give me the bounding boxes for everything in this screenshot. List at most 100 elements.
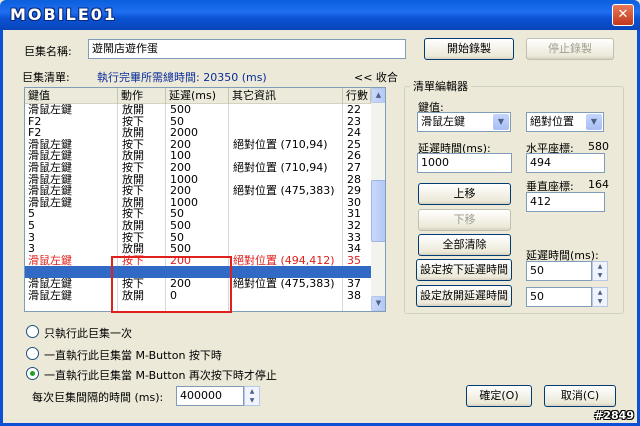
ok-button[interactable]: 確定(O) — [466, 385, 532, 407]
column-header-delay[interactable]: 延遲(ms) — [166, 88, 229, 104]
cell-delay: 200 — [170, 161, 191, 174]
cancel-button[interactable]: 取消(C) — [544, 385, 616, 407]
chevron-down-icon: ▼ — [597, 272, 603, 279]
column-header-info[interactable]: 其它資訊 — [229, 88, 343, 104]
cell-delay: 500 — [170, 219, 191, 232]
table-row[interactable]: 5 放開 500 32 — [25, 220, 371, 232]
stop-record-button[interactable]: 停止錄製 — [526, 38, 614, 60]
chevron-down-icon: ▼ — [586, 114, 602, 130]
table-row[interactable]: 3 放開 500 34 — [25, 243, 371, 255]
collapse-link[interactable]: << 收合 — [354, 69, 398, 85]
interval-stepper[interactable]: ▲ ▼ — [244, 386, 260, 406]
run-once-radio[interactable] — [26, 325, 39, 338]
cell-key: 滑鼠左鍵 — [28, 289, 72, 302]
table-row[interactable]: 滑鼠左鍵 按下 200 絕對位置 (710,94) 27 — [25, 162, 371, 174]
cell-line: 37 — [347, 277, 361, 290]
delay-input[interactable]: 1000 — [417, 153, 512, 173]
chevron-up-icon: ▲ — [375, 91, 382, 99]
cell-line: 35 — [347, 254, 361, 267]
cell-action: 按下 — [122, 161, 144, 174]
table-row[interactable]: F2 放開 2000 24 — [25, 127, 371, 139]
cell-key: 滑鼠左鍵 — [28, 173, 72, 186]
table-row[interactable]: 滑鼠左鍵 放開 100 26 — [25, 150, 371, 162]
list-editor-title: 清單編輯器 — [410, 78, 471, 94]
cell-line: 23 — [347, 115, 361, 128]
cell-key: 5 — [28, 208, 35, 220]
table-row[interactable]: 滑鼠左鍵 放開 500 22 — [25, 104, 371, 116]
cell-line: 36 — [347, 266, 361, 278]
scroll-down-button[interactable]: ▼ — [371, 296, 385, 311]
run-until-pressed-again-radio[interactable] — [26, 367, 39, 380]
start-record-button[interactable]: 開始錄製 — [424, 38, 514, 60]
cell-action: 按下 — [122, 208, 144, 220]
table-row[interactable]: 3 按下 50 33 — [25, 232, 371, 244]
macro-name-label: 巨集名稱: — [24, 45, 72, 58]
table-row[interactable]: 5 按下 50 31 — [25, 208, 371, 220]
column-header-action[interactable]: 動作 — [118, 88, 166, 104]
cell-delay: 500 — [170, 104, 191, 116]
list-scrollbar[interactable]: ▲ ▼ — [371, 88, 385, 311]
table-row[interactable]: 滑鼠左鍵 放開 1000 30 — [25, 197, 371, 209]
move-down-button[interactable]: 下移 — [418, 209, 511, 231]
cell-delay: 200 — [170, 138, 191, 151]
chevron-down-icon: ▼ — [493, 114, 509, 130]
cell-key: 滑鼠左鍵 — [28, 266, 72, 278]
set-release-delay-button[interactable]: 設定放開延遲時間 — [416, 285, 512, 307]
cell-info: 絕對位置 (494,412) — [233, 254, 335, 267]
close-button[interactable]: ✕ — [612, 4, 634, 26]
release-delay-input[interactable]: 50 — [526, 287, 592, 307]
table-row[interactable]: 滑鼠左鍵 按下 200 絕對位置 (710,94) 25 — [25, 139, 371, 151]
run-while-pressed-radio[interactable] — [26, 347, 39, 360]
press-delay-stepper[interactable]: ▲ ▼ — [592, 261, 608, 281]
cell-key: 3 — [28, 243, 35, 255]
cell-key: 5 — [28, 219, 35, 232]
table-row[interactable]: 滑鼠左鍵 按下 200 絕對位置 (475,383) 29 — [25, 185, 371, 197]
run-once-label: 只執行此巨集一次 — [44, 327, 132, 340]
chevron-down-icon: ▼ — [375, 299, 382, 307]
cell-info: 絕對位置 (710,94) — [233, 161, 328, 174]
release-delay-stepper[interactable]: ▲ ▼ — [592, 287, 608, 307]
cell-info: 絕對位置 (475,383) — [233, 277, 335, 290]
cell-action: 放開 — [122, 243, 144, 255]
set-press-delay-button[interactable]: 設定按下延遲時間 — [416, 259, 512, 281]
cell-line: 38 — [347, 289, 361, 302]
cell-delay: 1000 — [170, 173, 198, 186]
move-up-button[interactable]: 上移 — [418, 183, 511, 205]
cell-key: 滑鼠左鍵 — [28, 104, 72, 116]
cell-line: 33 — [347, 231, 361, 244]
clear-all-button[interactable]: 全部清除 — [418, 234, 511, 256]
chevron-up-icon: ▲ — [249, 388, 255, 395]
cell-delay: 50 — [170, 208, 184, 220]
x-coord-input[interactable]: 494 — [526, 153, 605, 173]
macro-name-input[interactable]: 遊鬧店遊作蛋 — [88, 39, 406, 59]
cell-line: 30 — [347, 196, 361, 209]
cell-action: 放開 — [122, 196, 144, 209]
run-until-pressed-again-label: 一直執行此巨集當 M-Button 再次按下時才停止 — [44, 369, 277, 382]
position-mode-select[interactable]: 絕對位置 ▼ — [526, 112, 604, 132]
chevron-down-icon: ▼ — [597, 298, 603, 305]
cell-key: 滑鼠左鍵 — [28, 254, 72, 267]
column-header-line[interactable]: 行數 — [343, 88, 371, 104]
cell-action: 放開 — [122, 127, 144, 139]
cell-delay: 100 — [170, 150, 191, 162]
cell-delay: 50 — [170, 231, 184, 244]
y-coord-input[interactable]: 412 — [526, 192, 605, 212]
scroll-up-button[interactable]: ▲ — [371, 88, 385, 103]
table-row[interactable]: F2 按下 50 23 — [25, 116, 371, 128]
table-row[interactable]: 滑鼠左鍵 放開 1000 28 — [25, 174, 371, 186]
y-coord-current: 164 — [588, 178, 609, 191]
cell-key: 滑鼠左鍵 — [28, 150, 72, 162]
watermark: #2849 — [594, 409, 634, 422]
cell-action: 放開 — [122, 104, 144, 116]
app-logo: MOBILE01 — [10, 5, 118, 24]
key-value-select[interactable]: 滑鼠左鍵 ▼ — [417, 112, 511, 132]
cell-line: 29 — [347, 185, 361, 197]
column-header-key[interactable]: 鍵值 — [25, 88, 118, 104]
scroll-thumb[interactable] — [371, 180, 385, 242]
press-delay-input[interactable]: 50 — [526, 261, 592, 281]
cell-info: 絕對位置 (710,94) — [233, 138, 328, 151]
x-coord-current: 580 — [588, 140, 609, 153]
interval-input[interactable]: 400000 — [176, 386, 244, 406]
annotation-highlight-box — [111, 256, 232, 313]
cell-key: F2 — [28, 115, 42, 128]
